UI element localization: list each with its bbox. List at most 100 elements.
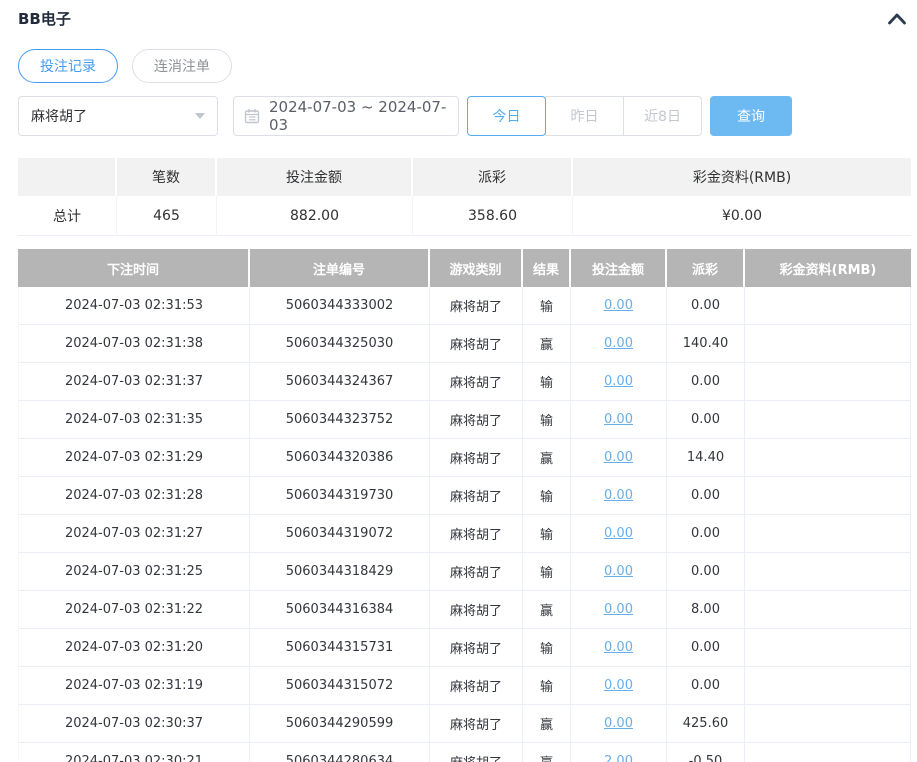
bet-amount-link[interactable]: 0.00 (604, 412, 633, 427)
summary-header-row: 笔数 投注金额 派彩 彩金资料(RMB) (18, 158, 911, 196)
game-type-cell: 麻将胡了 (430, 591, 523, 629)
bet-amount-cell: 0.00 (571, 439, 667, 477)
calendar-icon (244, 108, 260, 124)
bet-amount-link[interactable]: 0.00 (604, 640, 633, 655)
table-row: 2024-07-03 02:30:21 5060344280634 麻将胡了 赢… (18, 743, 911, 762)
game-type-cell: 麻将胡了 (430, 439, 523, 477)
bet-amount-cell: 0.00 (571, 591, 667, 629)
header-result: 结果 (523, 249, 571, 287)
bonus-cell (745, 325, 911, 363)
game-type-cell: 麻将胡了 (430, 629, 523, 667)
bonus-cell (745, 743, 911, 762)
table-row: 2024-07-03 02:31:28 5060344319730 麻将胡了 输… (18, 477, 911, 515)
summary-total-bet-amount: 882.00 (217, 196, 413, 236)
result-cell: 输 (523, 287, 571, 325)
search-button[interactable]: 查询 (710, 96, 792, 136)
result-cell: 赢 (523, 325, 571, 363)
bet-amount-link[interactable]: 0.00 (604, 450, 633, 465)
bet-amount-link[interactable]: 0.00 (604, 374, 633, 389)
bet-amount-link[interactable]: 0.00 (604, 564, 633, 579)
bonus-cell (745, 477, 911, 515)
result-cell: 赢 (523, 743, 571, 762)
header-bonus: 彩金资料(RMB) (745, 249, 911, 287)
bonus-cell (745, 515, 911, 553)
chevron-up-icon[interactable] (887, 12, 907, 25)
bet-amount-link[interactable]: 0.00 (604, 526, 633, 541)
table-row: 2024-07-03 02:31:53 5060344333002 麻将胡了 输… (18, 287, 911, 325)
bet-time-cell: 2024-07-03 02:31:35 (18, 401, 250, 439)
summary-header-blank (18, 158, 117, 196)
game-type-cell: 麻将胡了 (430, 363, 523, 401)
bet-amount-link[interactable]: 0.00 (604, 678, 633, 693)
bet-amount-link[interactable]: 0.00 (604, 298, 633, 313)
date-range-value: 2024-07-03 ~ 2024-07-03 (269, 98, 447, 134)
bet-time-cell: 2024-07-03 02:30:21 (18, 743, 250, 762)
bet-time-cell: 2024-07-03 02:31:29 (18, 439, 250, 477)
summary-total-payout: 358.60 (413, 196, 573, 236)
quick-range-group: 今日 昨日 近8日 (467, 96, 702, 136)
order-number-cell: 5060344320386 (250, 439, 430, 477)
summary-header-count: 笔数 (117, 158, 217, 196)
order-number-cell: 5060344280634 (250, 743, 430, 762)
bet-amount-link[interactable]: 0.00 (604, 336, 633, 351)
header-bet-amount: 投注金额 (571, 249, 667, 287)
table-row: 2024-07-03 02:30:37 5060344290599 麻将胡了 赢… (18, 705, 911, 743)
payout-cell: 425.60 (667, 705, 745, 743)
quick-range-last8days[interactable]: 近8日 (623, 96, 702, 136)
bet-time-cell: 2024-07-03 02:31:37 (18, 363, 250, 401)
table-row: 2024-07-03 02:31:29 5060344320386 麻将胡了 赢… (18, 439, 911, 477)
bet-time-cell: 2024-07-03 02:31:53 (18, 287, 250, 325)
summary-header-bonus: 彩金资料(RMB) (573, 158, 911, 196)
game-type-cell: 麻将胡了 (430, 743, 523, 762)
order-number-cell: 5060344319072 (250, 515, 430, 553)
quick-range-yesterday[interactable]: 昨日 (545, 96, 624, 136)
tab-cancelled-orders[interactable]: 连消注单 (132, 49, 232, 83)
tab-bet-records[interactable]: 投注记录 (18, 49, 118, 83)
game-select-value: 麻将胡了 (31, 109, 87, 125)
bet-amount-link[interactable]: 0.00 (604, 488, 633, 503)
bet-time-cell: 2024-07-03 02:31:38 (18, 325, 250, 363)
result-cell: 输 (523, 515, 571, 553)
result-cell: 赢 (523, 591, 571, 629)
summary-total-label: 总计 (18, 196, 117, 236)
payout-cell: 0.00 (667, 477, 745, 515)
bet-amount-cell: 0.00 (571, 325, 667, 363)
bet-amount-link[interactable]: 0.00 (604, 716, 633, 731)
chevron-down-icon (195, 113, 205, 119)
bet-time-cell: 2024-07-03 02:31:28 (18, 477, 250, 515)
bet-amount-cell: 0.00 (571, 705, 667, 743)
bet-records-panel: BB电子 投注记录 连消注单 麻将胡了 2024-07-03 ~ 2024-07… (0, 0, 917, 762)
date-range-input[interactable]: 2024-07-03 ~ 2024-07-03 (233, 96, 459, 136)
bet-time-cell: 2024-07-03 02:31:22 (18, 591, 250, 629)
bet-amount-link[interactable]: 0.00 (604, 602, 633, 617)
payout-cell: 0.00 (667, 667, 745, 705)
order-number-cell: 5060344315731 (250, 629, 430, 667)
bonus-cell (745, 705, 911, 743)
result-cell: 赢 (523, 439, 571, 477)
result-cell: 输 (523, 477, 571, 515)
quick-range-today[interactable]: 今日 (467, 96, 546, 136)
panel-header: BB电子 (18, 8, 911, 29)
order-number-cell: 5060344319730 (250, 477, 430, 515)
result-cell: 赢 (523, 705, 571, 743)
game-type-cell: 麻将胡了 (430, 515, 523, 553)
result-cell: 输 (523, 553, 571, 591)
bonus-cell (745, 553, 911, 591)
bet-amount-cell: 0.00 (571, 553, 667, 591)
payout-cell: -0.50 (667, 743, 745, 762)
table-row: 2024-07-03 02:31:27 5060344319072 麻将胡了 输… (18, 515, 911, 553)
table-row: 2024-07-03 02:31:37 5060344324367 麻将胡了 输… (18, 363, 911, 401)
order-number-cell: 5060344315072 (250, 667, 430, 705)
result-cell: 输 (523, 401, 571, 439)
game-type-cell: 麻将胡了 (430, 401, 523, 439)
payout-cell: 0.00 (667, 515, 745, 553)
page-title: BB电子 (18, 10, 71, 28)
result-cell: 输 (523, 363, 571, 401)
bet-amount-link[interactable]: 2.00 (604, 754, 633, 762)
payout-cell: 14.40 (667, 439, 745, 477)
order-number-cell: 5060344323752 (250, 401, 430, 439)
bonus-cell (745, 401, 911, 439)
bet-time-cell: 2024-07-03 02:31:25 (18, 553, 250, 591)
bonus-cell (745, 591, 911, 629)
game-select[interactable]: 麻将胡了 (18, 96, 218, 136)
